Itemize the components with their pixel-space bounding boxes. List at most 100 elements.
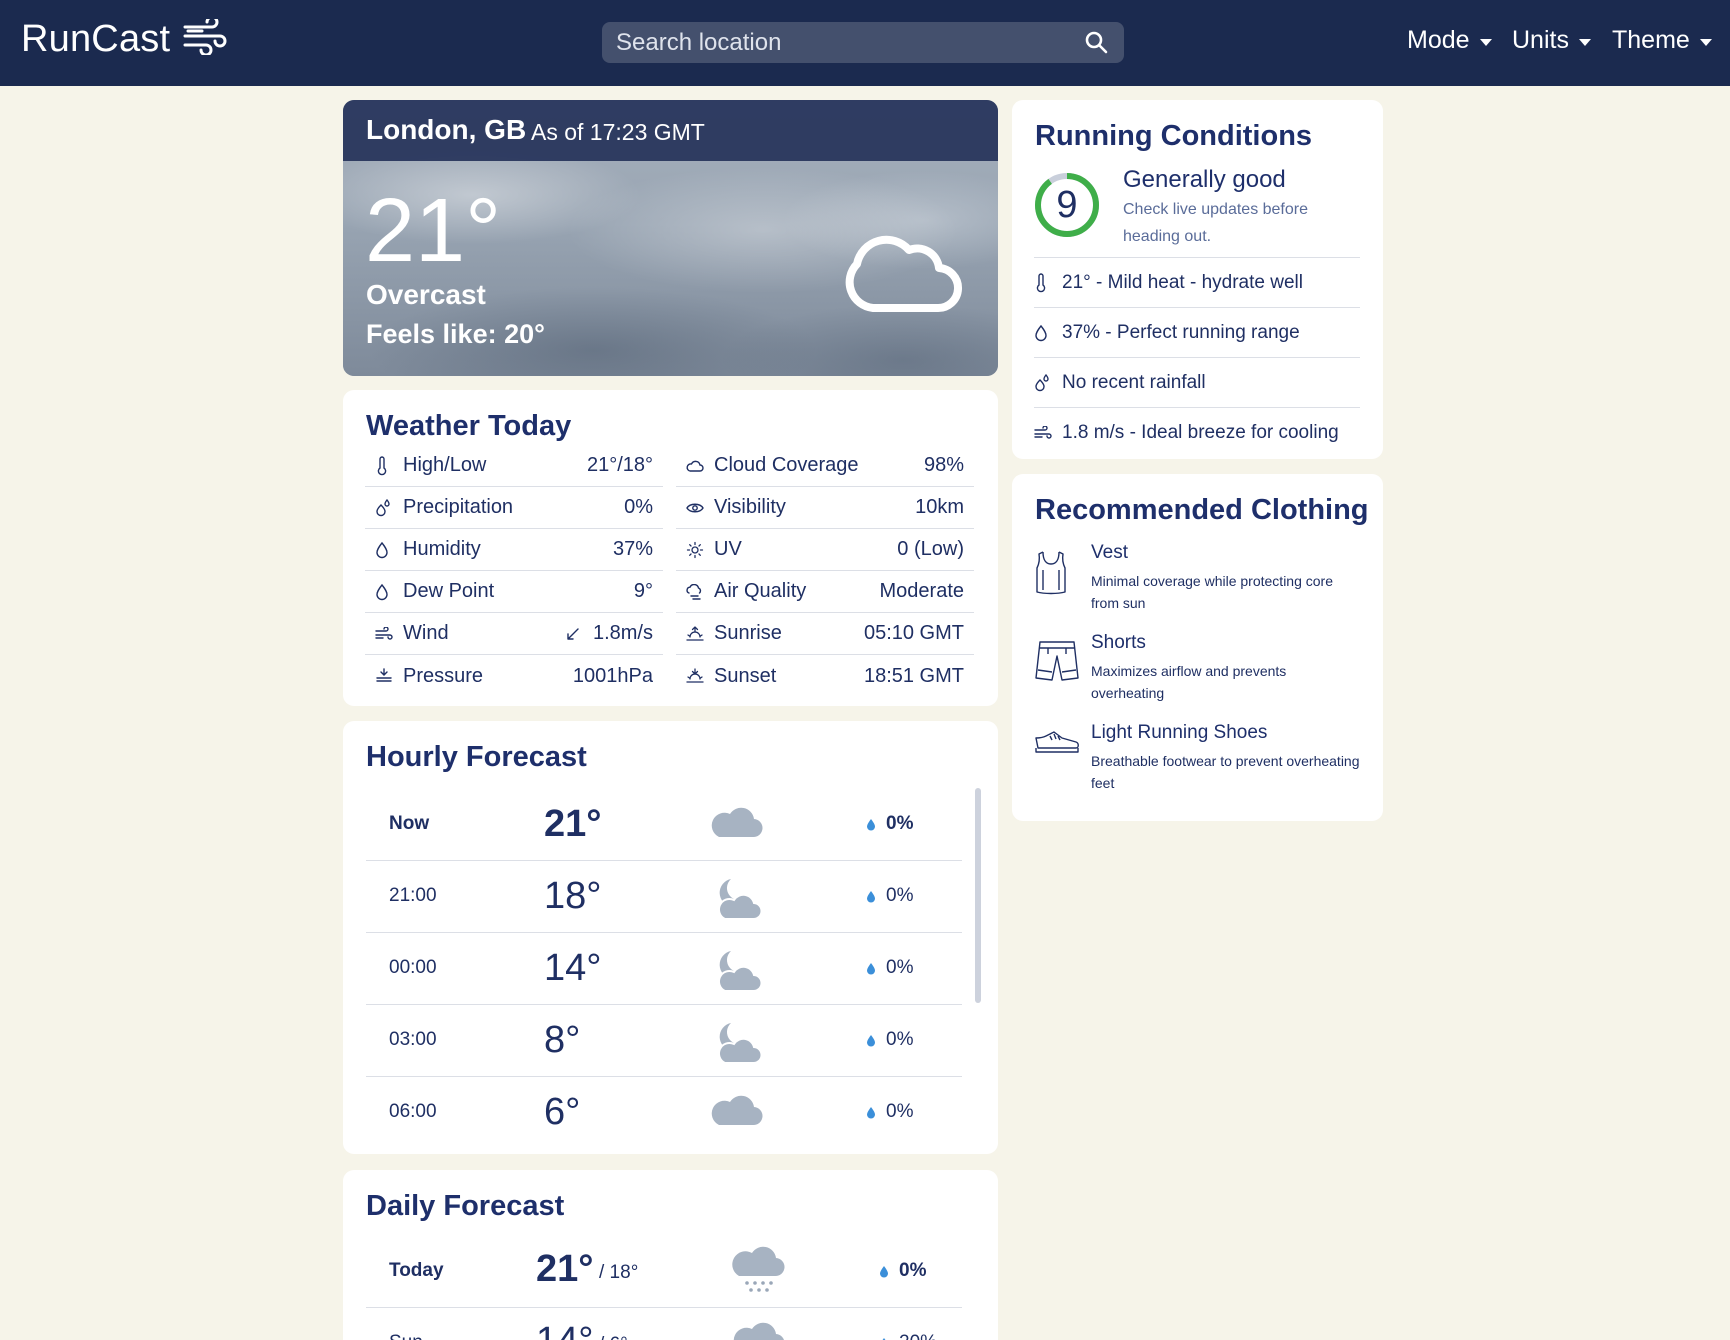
shoe-icon (1034, 730, 1080, 759)
eye-icon (686, 497, 712, 519)
air-quality-icon (686, 581, 712, 603)
cloud-icon (686, 455, 712, 477)
weather-row-wind: Wind 1.8m/s (365, 613, 663, 655)
hourly-row: 06:00 6° 0% (366, 1077, 962, 1149)
hourly-time: Now (389, 813, 430, 834)
clothing-description: Maximizes airflow and prevents overheati… (1091, 663, 1287, 701)
recommended-clothing-card: Recommended Clothing Vest Minimal coverag… (1012, 474, 1383, 821)
theme-dropdown[interactable]: Theme (1612, 26, 1712, 55)
search-box (602, 22, 1124, 63)
weather-label: Sunset (714, 664, 777, 687)
units-dropdown[interactable]: Units (1512, 26, 1591, 55)
hourly-time: 06:00 (389, 1101, 437, 1122)
weather-today-left-column: High/Low 21°/18° Precipitation 0% Humidity 37… (365, 445, 663, 697)
city-name: London, GB (366, 114, 527, 145)
hourly-scrollbar[interactable] (975, 788, 981, 1003)
wind-icon (182, 15, 228, 60)
raindrops-icon (1034, 373, 1062, 392)
weather-value: 37% (612, 538, 653, 560)
wind-direction-icon (565, 626, 581, 642)
weather-row-cloud-coverage: Cloud Coverage 98% (676, 445, 974, 487)
cloud-icon (709, 803, 763, 844)
feels-like: Feels like: 20° (366, 319, 545, 349)
weather-value: 1001hPa (572, 664, 653, 687)
droplet-icon (375, 539, 401, 561)
wind-icon (1034, 425, 1062, 440)
weather-label: Cloud Coverage (714, 454, 859, 476)
clothing-name: Vest (1091, 542, 1128, 563)
hourly-precip: 0% (866, 957, 913, 979)
hourly-precip-value: 0% (886, 1101, 914, 1122)
weather-label: Precipitation (403, 496, 514, 518)
updated-time: As of 17:23 GMT (531, 119, 705, 145)
daily-precip-value: 0% (899, 1260, 927, 1281)
rain-cloud-icon (731, 1246, 785, 1303)
daily-day: Sun (389, 1332, 423, 1340)
hourly-precip-value: 0% (886, 885, 914, 906)
daily-list: Today 21°/ 18° 0% Sun 14° / 6° 20% (366, 1236, 962, 1340)
mode-dropdown[interactable]: Mode (1407, 26, 1492, 55)
hourly-list: Now 21° 0% 21:00 18° 0% 00:00 14° 0% 03:00 8° 0% 06:… (366, 789, 962, 1149)
weather-label: Humidity (403, 538, 481, 560)
hourly-forecast-card: Hourly Forecast Now 21° 0% 21:00 18° 0% 00:00 1… (343, 721, 998, 1154)
weather-label: UV (714, 538, 742, 560)
weather-label: Visibility (714, 496, 786, 518)
clothing-description: Breathable footwear to prevent overheati… (1091, 753, 1360, 791)
raindrops-icon (375, 497, 401, 519)
running-condition-text: 37% - Perfect running range (1062, 321, 1300, 343)
weather-row-dew-point: Dew Point 9° (365, 571, 663, 613)
weather-row-visibility: Visibility 10km (676, 487, 974, 529)
droplet-icon (375, 581, 401, 603)
raindrop-icon (866, 818, 876, 831)
hourly-precip: 0% (866, 813, 913, 835)
weather-row-humidity: Humidity 37% (365, 529, 663, 571)
weather-value: 18:51 GMT (863, 664, 964, 687)
sun-icon (686, 539, 712, 561)
cloud-icon (709, 1091, 763, 1132)
daily-precip-value: 20% (899, 1332, 937, 1340)
daily-row: Sun 14° / 6° 20% (366, 1308, 962, 1340)
raindrop-icon (866, 890, 876, 903)
weather-label: High/Low (403, 454, 487, 476)
search-icon[interactable] (1084, 30, 1108, 59)
hourly-precip: 0% (866, 885, 913, 907)
wind-icon (375, 623, 401, 645)
current-condition: Overcast (366, 279, 486, 310)
daily-precip: 20% (879, 1332, 937, 1340)
weather-value: 05:10 GMT (863, 622, 964, 644)
pressure-icon (375, 665, 401, 687)
search-input[interactable] (602, 22, 1124, 63)
brand-logo[interactable]: RunCast (21, 15, 228, 61)
weather-row-high-low: High/Low 21°/18° (365, 445, 663, 487)
shorts-icon (1034, 640, 1080, 689)
raindrop-icon (866, 1106, 876, 1119)
clothing-description: Minimal coverage while protecting core f… (1091, 573, 1333, 611)
raindrop-icon (866, 1034, 876, 1047)
caret-down-icon (1479, 38, 1492, 46)
weather-label: Pressure (403, 664, 484, 687)
hourly-row: 03:00 8° 0% (366, 1005, 962, 1077)
clothing-name: Shorts (1091, 632, 1146, 653)
running-summary: Generally good (1123, 166, 1286, 193)
weather-today-card: Weather Today High/Low 21°/18° Precipitati… (343, 390, 998, 706)
mode-label: Mode (1407, 26, 1470, 54)
daily-row: Today 21°/ 18° 0% (366, 1236, 962, 1308)
hourly-precip-value: 0% (886, 957, 914, 978)
running-conditions-card: Running Conditions 9 Generally good Chec… (1012, 100, 1383, 459)
clothing-name: Light Running Shoes (1091, 722, 1268, 743)
running-condition-text: 1.8 m/s - Ideal breeze for cooling (1062, 421, 1339, 443)
caret-down-icon (1699, 38, 1712, 46)
hourly-time: 21:00 (389, 885, 437, 906)
hourly-row: 00:00 14° 0% (366, 933, 962, 1005)
thermometer-icon (1034, 272, 1062, 293)
running-score: 9 (1056, 183, 1078, 226)
moon-cloud-icon (709, 1019, 763, 1072)
weather-label: Dew Point (403, 580, 495, 602)
hourly-temp: 18° (544, 875, 602, 917)
running-conditions-list: 21° - Mild heat - hydrate well 37% - Perf… (1034, 257, 1360, 457)
raindrop-icon (866, 962, 876, 975)
cloud-icon (843, 210, 963, 325)
vest-icon (1034, 550, 1068, 601)
weather-value: Moderate (879, 580, 965, 602)
daily-low: / 18° (599, 1262, 639, 1283)
